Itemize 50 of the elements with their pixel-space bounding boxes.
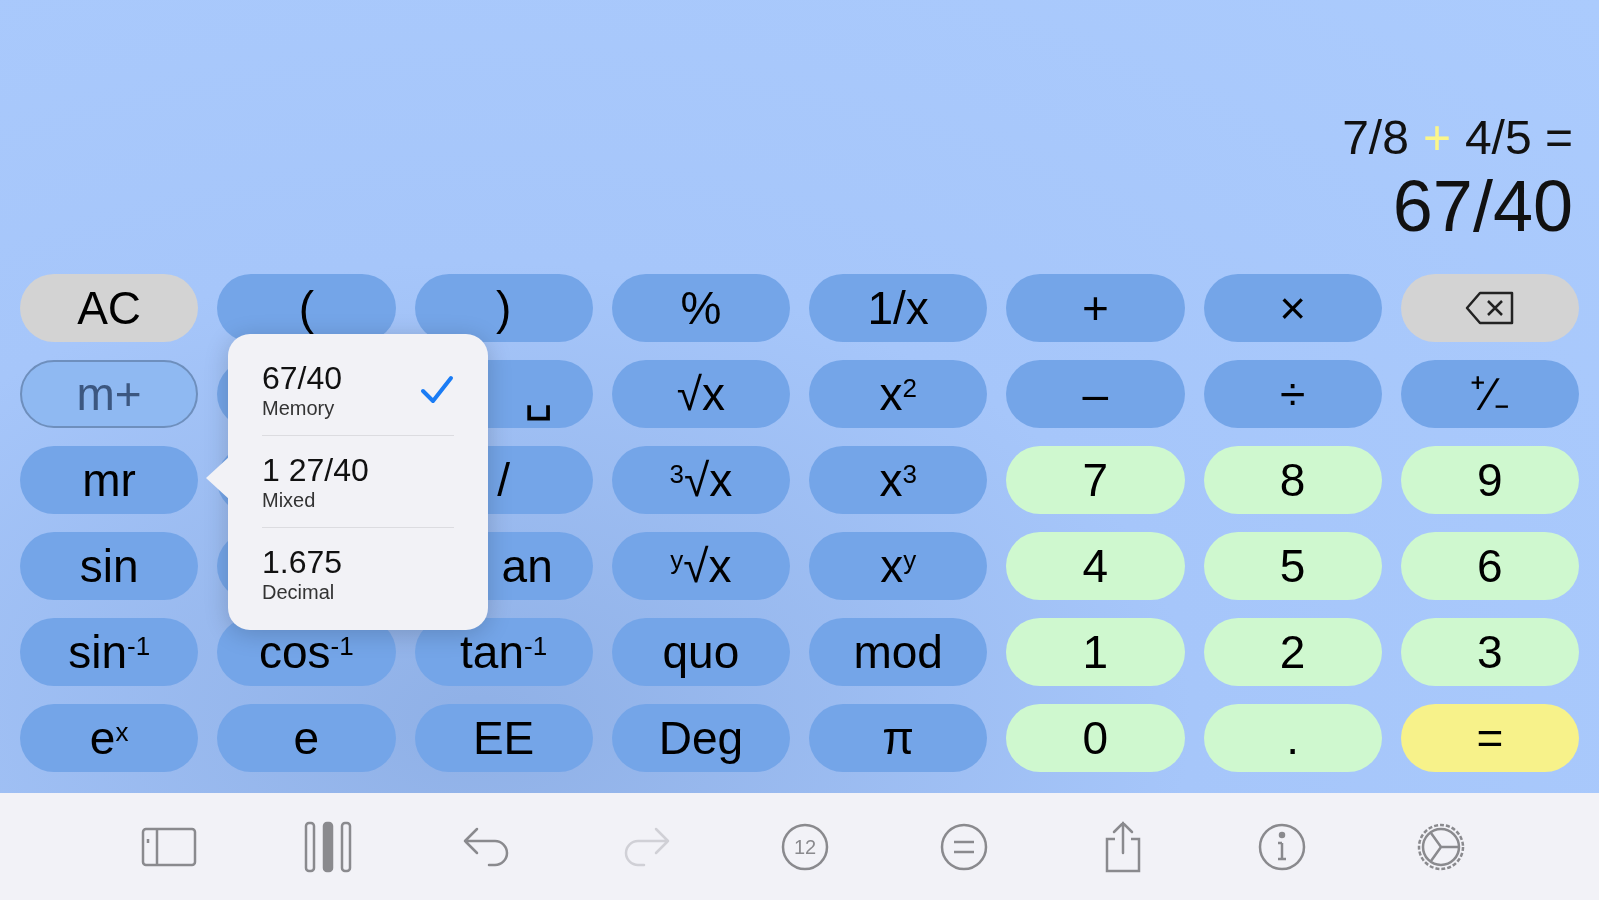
- calculator-key[interactable]: sin$^{-1}$: [20, 618, 199, 686]
- calculator-key[interactable]: √x: [611, 360, 790, 428]
- calculator-key[interactable]: 0: [1006, 704, 1185, 772]
- option-value: 67/40: [262, 359, 343, 396]
- calculator-key[interactable]: ×: [1203, 274, 1382, 342]
- option-value: 1.675: [262, 544, 343, 580]
- calculator-key[interactable]: 6: [1400, 532, 1579, 600]
- calculator-key[interactable]: –: [1006, 360, 1185, 428]
- calculator-key[interactable]: sin: [20, 532, 199, 600]
- calculator-key[interactable]: 7: [1006, 446, 1185, 514]
- calculator-key[interactable]: quo: [611, 618, 790, 686]
- option-caption: Mixed: [262, 487, 317, 512]
- calculator-key[interactable]: m+: [20, 360, 199, 428]
- calculator-key[interactable]: ÷: [1203, 360, 1382, 428]
- format-option[interactable]: 1 27/40 Mixed: [262, 436, 454, 528]
- calculator-key[interactable]: 4: [1006, 532, 1185, 600]
- calculator-key[interactable]: mr: [20, 446, 199, 514]
- calculator-key[interactable]: %: [611, 274, 790, 342]
- calculator-key[interactable]: mod: [809, 618, 988, 686]
- calculator-key[interactable]: 8: [1203, 446, 1382, 514]
- option-caption: Memory: [262, 395, 336, 420]
- calculator-key[interactable]: ): [414, 274, 593, 342]
- calculator-key[interactable]: x$^{3}$: [809, 446, 988, 514]
- backspace-icon: [1463, 290, 1516, 326]
- result-text: 67/40: [1392, 166, 1573, 246]
- calculator-key[interactable]: π: [809, 704, 988, 772]
- calculator-key[interactable]: ⁺∕₋: [1400, 360, 1579, 428]
- calculator-key[interactable]: $^{3}$√x: [611, 446, 790, 514]
- calculator-key[interactable]: 3: [1400, 618, 1579, 686]
- calculator-key[interactable]: e: [217, 704, 396, 772]
- option-caption: Decimal: [262, 580, 336, 604]
- calculator-key[interactable]: tan$^{-1}$: [414, 618, 593, 686]
- format-option[interactable]: 67/40 Memory: [262, 344, 454, 436]
- calculator-key[interactable]: 5: [1203, 532, 1382, 600]
- expression-text: 7/8 + 4/5 =: [1342, 110, 1573, 166]
- calculator-key[interactable]: +: [1006, 274, 1185, 342]
- calculator-key[interactable]: .: [1203, 704, 1382, 772]
- calculator-key[interactable]: 2: [1203, 618, 1382, 686]
- calculator-key[interactable]: AC: [20, 274, 199, 342]
- calculator-key[interactable]: Deg: [611, 704, 790, 772]
- option-value: 1 27/40: [262, 451, 369, 488]
- calculator-key[interactable]: EE: [414, 704, 593, 772]
- calculator-key[interactable]: e$^{x}$: [20, 704, 199, 772]
- calculator-key[interactable]: $^{y}$√x: [611, 532, 790, 600]
- calculator-key[interactable]: x$^{y}$: [809, 532, 988, 600]
- calculator-key[interactable]: 9: [1400, 446, 1579, 514]
- calculator-key[interactable]: x$^{2}$: [809, 360, 988, 428]
- calculator-key[interactable]: 1/x: [809, 274, 988, 342]
- calculator-key[interactable]: 1: [1006, 618, 1185, 686]
- calculator-key[interactable]: =: [1400, 704, 1579, 772]
